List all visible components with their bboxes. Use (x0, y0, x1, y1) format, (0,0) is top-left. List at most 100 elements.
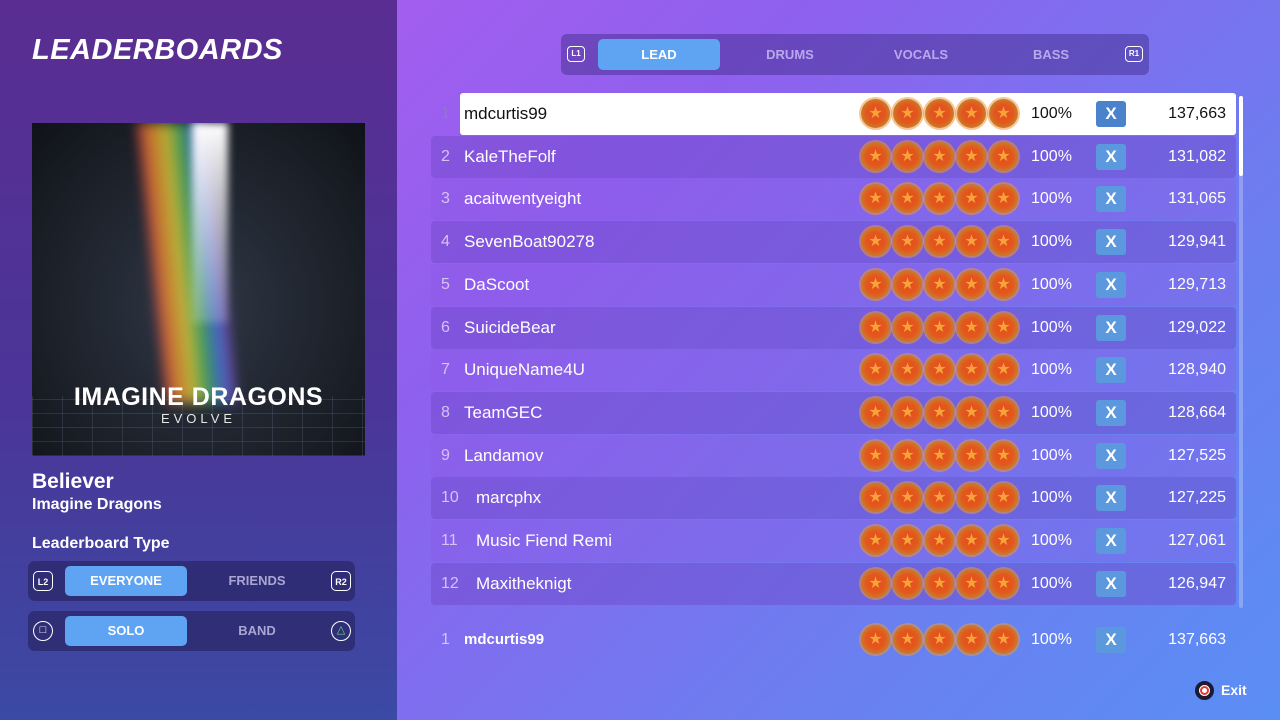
entry-rank: 7 (441, 361, 450, 379)
leaderboard-row[interactable]: 5 DaScoot ★ ★ ★ ★ ★ 100% X 129,713 (431, 263, 1236, 306)
entry-player-name: Maxitheknigt (476, 573, 572, 593)
star-icon: ★ (989, 625, 1018, 654)
leaderboard-row[interactable]: 12 Maxitheknigt ★ ★ ★ ★ ★ 100% X 126,947 (431, 562, 1236, 605)
star-icon: ★ (989, 269, 1018, 299)
star-icon: ★ (989, 312, 1018, 342)
song-title: Believer (32, 470, 114, 493)
full-combo-badge: X (1096, 528, 1126, 554)
star-icon: ★ (861, 227, 890, 257)
entry-stars: ★ ★ ★ ★ ★ (861, 184, 1021, 214)
band-option[interactable]: BAND (196, 616, 318, 646)
entry-rank: 11 (441, 532, 458, 549)
entry-accuracy: 100% (1031, 190, 1072, 208)
star-icon: ★ (893, 227, 922, 257)
entry-player-name: mdcurtis99 (464, 104, 548, 123)
entry-score: 126,947 (1168, 574, 1226, 592)
full-combo-badge: X (1096, 229, 1126, 256)
star-icon: ★ (861, 269, 890, 299)
leaderboard-row[interactable]: 10 marcphx ★ ★ ★ ★ ★ 100% X 127,225 (431, 477, 1236, 520)
star-icon: ★ (989, 355, 1018, 385)
full-combo-badge: X (1096, 186, 1126, 213)
tab-drums[interactable]: DRUMS (729, 39, 851, 70)
leaderboard-row[interactable]: 2 KaleTheFolf ★ ★ ★ ★ ★ 100% X 131,082 (431, 135, 1236, 178)
star-icon: ★ (861, 526, 890, 555)
l2-button-icon[interactable]: L2 (33, 571, 53, 591)
full-combo-badge: X (1096, 570, 1126, 597)
star-icon: ★ (957, 355, 986, 385)
full-combo-badge: X (1096, 399, 1126, 426)
star-icon: ★ (861, 99, 890, 128)
entry-score: 129,713 (1168, 275, 1226, 293)
leaderboard-row[interactable]: 8 TeamGEC ★ ★ ★ ★ ★ 100% X 128,664 (431, 391, 1236, 434)
star-icon: ★ (925, 440, 954, 470)
star-icon: ★ (861, 184, 890, 214)
square-button-icon[interactable]: □ (33, 621, 53, 641)
entry-accuracy: 100% (1031, 147, 1072, 165)
star-icon: ★ (957, 397, 986, 427)
entry-stars: ★ ★ ★ ★ ★ (861, 355, 1021, 385)
entry-stars: ★ ★ ★ ★ ★ (861, 526, 1021, 556)
entry-player-name: KaleTheFolf (464, 146, 556, 166)
album-art-white-beam (192, 123, 228, 323)
entry-player-name: UniqueName4U (464, 360, 585, 380)
star-icon: ★ (893, 269, 922, 299)
full-combo-badge: X (1096, 101, 1126, 127)
star-icon: ★ (861, 568, 890, 598)
leaderboard-scrollbar[interactable] (1239, 96, 1243, 608)
entry-rank: 1 (441, 105, 450, 122)
entry-score: 131,065 (1168, 190, 1226, 208)
entry-player-name: Music Fiend Remi (476, 531, 613, 550)
star-icon: ★ (989, 141, 1018, 171)
l1-button-icon[interactable]: L1 (567, 46, 585, 62)
friends-option[interactable]: FRIENDS (196, 566, 318, 596)
entry-accuracy: 100% (1031, 105, 1072, 122)
full-combo-badge: X (1096, 627, 1126, 653)
solo-option[interactable]: SOLO (65, 616, 187, 646)
entry-stars: ★ ★ ★ ★ ★ (861, 269, 1021, 300)
star-icon: ★ (925, 227, 954, 257)
tab-lead[interactable]: LEAD (598, 39, 720, 70)
left-panel: LEADERBOARDS IMAGINE DRAGONS EVOLVE Beli… (0, 0, 397, 720)
star-icon: ★ (989, 483, 1018, 513)
scrollbar-thumb[interactable] (1239, 96, 1243, 176)
entry-score: 129,941 (1168, 233, 1226, 251)
triangle-button-icon[interactable]: △ (331, 621, 351, 641)
tab-vocals[interactable]: VOCALS (860, 39, 982, 70)
everyone-option[interactable]: EVERYONE (65, 566, 187, 596)
star-icon: ★ (989, 526, 1018, 555)
leaderboard-row[interactable]: 4 SevenBoat90278 ★ ★ ★ ★ ★ 100% X 129,941 (431, 221, 1236, 264)
entry-stars: ★ ★ ★ ★ ★ (861, 568, 1021, 599)
entry-stars: ★ ★ ★ ★ ★ (861, 483, 1021, 513)
full-combo-badge: X (1096, 314, 1126, 341)
entry-rank: 8 (441, 403, 450, 421)
leaderboard-row[interactable]: 7 UniqueName4U ★ ★ ★ ★ ★ 100% X 128,940 (431, 349, 1236, 392)
instrument-tabs: L1 LEAD DRUMS VOCALS BASS R1 (561, 34, 1149, 75)
star-icon: ★ (893, 397, 922, 427)
entry-accuracy: 100% (1031, 574, 1072, 592)
star-icon: ★ (861, 355, 890, 385)
star-icon: ★ (925, 568, 954, 598)
entry-stars: ★ ★ ★ ★ ★ (861, 312, 1021, 343)
leaderboard-type-label: Leaderboard Type (32, 535, 170, 552)
star-icon: ★ (861, 483, 890, 513)
entry-player-name: TeamGEC (464, 402, 543, 422)
star-icon: ★ (893, 312, 922, 342)
tab-bass[interactable]: BASS (990, 39, 1112, 70)
star-icon: ★ (925, 312, 954, 342)
star-icon: ★ (925, 184, 954, 214)
leaderboard-row[interactable]: 1 mdcurtis99 ★ ★ ★ ★ ★ 100% X 137,663 (431, 93, 1236, 135)
r2-button-icon[interactable]: R2 (331, 571, 351, 591)
leaderboard-row[interactable]: 6 SuicideBear ★ ★ ★ ★ ★ 100% X 129,022 (431, 306, 1236, 349)
star-icon: ★ (957, 440, 986, 470)
entry-score: 127,225 (1168, 489, 1226, 507)
leaderboard-row[interactable]: 9 Landamov ★ ★ ★ ★ ★ 100% X 127,525 (431, 434, 1236, 477)
entry-stars: ★ ★ ★ ★ ★ (861, 397, 1021, 428)
leaderboard-row[interactable]: 11 Music Fiend Remi ★ ★ ★ ★ ★ 100% X 127,061 (431, 520, 1236, 562)
star-icon: ★ (893, 141, 922, 171)
leaderboard-row[interactable]: 3 acaitwentyeight ★ ★ ★ ★ ★ 100% X 131,065 (431, 178, 1236, 221)
r1-button-icon[interactable]: R1 (1125, 46, 1143, 62)
star-icon: ★ (861, 440, 890, 470)
star-icon: ★ (957, 625, 986, 654)
star-icon: ★ (989, 227, 1018, 257)
entry-stars: ★ ★ ★ ★ ★ (861, 141, 1021, 172)
